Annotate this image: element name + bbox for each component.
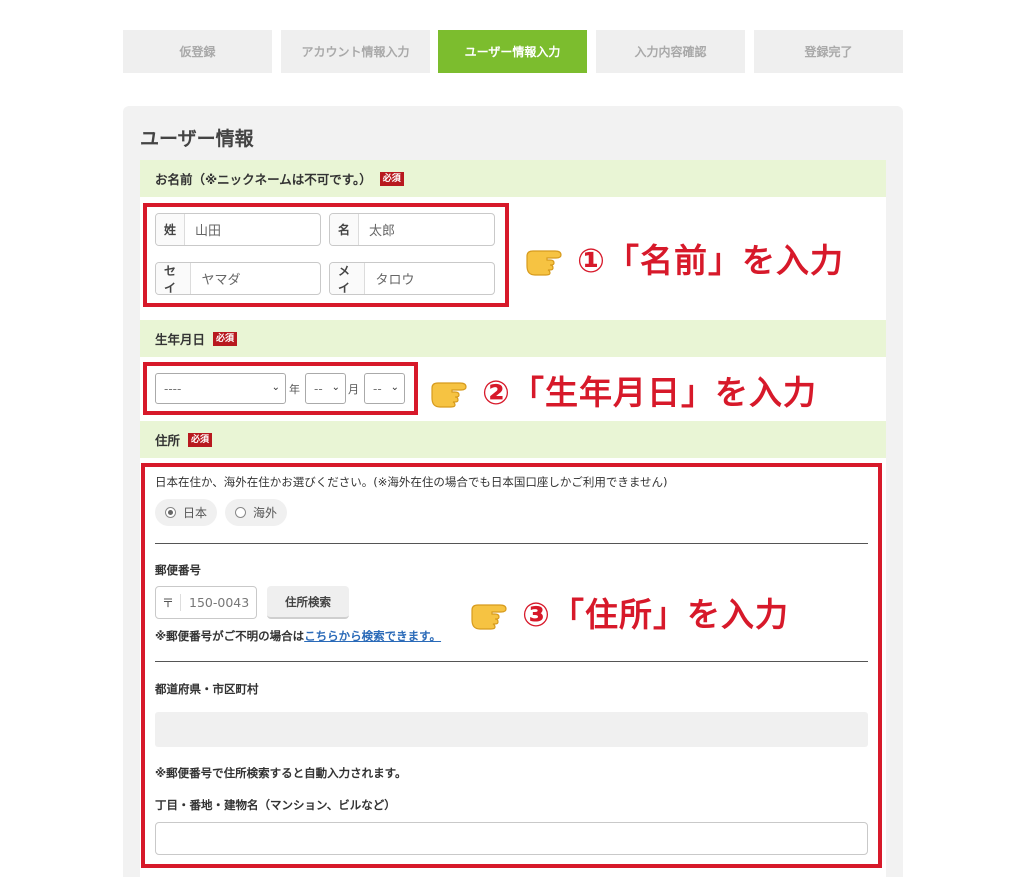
required-badge: 必須 — [213, 331, 238, 346]
zip-value[interactable]: 150-0043 — [181, 595, 249, 610]
divider — [155, 661, 868, 662]
birth-annotation-text: ②「生年月日」を入力 — [482, 373, 817, 412]
step-pre-registration: 仮登録 — [123, 30, 272, 73]
prefecture-city-field — [155, 712, 868, 747]
birth-month-value: -- — [314, 381, 323, 396]
zip-input[interactable]: 〒 150-0043 — [155, 586, 257, 619]
radio-selected-icon — [165, 507, 176, 518]
first-name-value[interactable]: 太郎 — [359, 220, 494, 239]
radio-overseas[interactable]: 海外 — [225, 499, 287, 526]
page-title: ユーザー情報 — [140, 128, 254, 150]
progress-steps: 仮登録 アカウント情報入力 ユーザー情報入力 入力内容確認 登録完了 — [123, 30, 903, 73]
birth-year-value: ---- — [164, 381, 182, 396]
address-section-header: 住所 必須 — [140, 421, 886, 458]
radio-overseas-label: 海外 — [253, 506, 278, 520]
birth-heading: 生年月日 — [155, 332, 206, 347]
chevron-down-icon: ⌄ — [390, 382, 399, 393]
chevron-down-icon: ⌄ — [271, 382, 280, 393]
birth-year-select[interactable]: ---- ⌄ — [155, 373, 286, 404]
address-annotation-text: ③「住所」を入力 — [522, 595, 789, 634]
birth-day-value: -- — [373, 381, 382, 396]
name-annotation-text: ①「名前」を入力 — [577, 241, 844, 280]
name-section-header: お名前（※ニックネームは不可です。） 必須 — [140, 160, 886, 197]
address-annotation: ③「住所」を入力 — [470, 588, 789, 636]
first-name-field[interactable]: 名 太郎 — [329, 213, 495, 246]
name-annotation: ①「名前」を入力 — [525, 234, 844, 282]
last-name-kana-label: セイ — [156, 263, 192, 294]
prefecture-label: 都道府県・市区町村 — [155, 682, 259, 696]
zip-note: ※郵便番号がご不明の場合はこちらから検索できます。 — [155, 628, 441, 644]
pointing-hand-icon — [525, 245, 567, 276]
month-unit-label: 月 — [348, 383, 359, 396]
year-unit-label: 年 — [289, 383, 300, 396]
first-name-kana-field[interactable]: メイ タロウ — [329, 262, 495, 295]
radio-japan[interactable]: 日本 — [155, 499, 217, 526]
last-name-value[interactable]: 山田 — [185, 220, 320, 239]
last-name-label: 姓 — [156, 214, 186, 245]
radio-japan-label: 日本 — [183, 506, 208, 520]
birth-month-select[interactable]: -- ⌄ — [305, 373, 346, 404]
last-name-kana-value[interactable]: ヤマダ — [191, 269, 320, 288]
address-heading: 住所 — [155, 433, 181, 448]
zip-label: 郵便番号 — [155, 563, 201, 577]
name-heading: お名前（※ニックネームは不可です。） — [155, 172, 372, 187]
required-badge: 必須 — [188, 432, 213, 447]
first-name-kana-label: メイ — [330, 263, 366, 294]
birth-annotation: ②「生年月日」を入力 — [430, 366, 817, 414]
postal-mark-icon: 〒 — [156, 594, 181, 611]
last-name-kana-field[interactable]: セイ ヤマダ — [155, 262, 321, 295]
last-name-field[interactable]: 姓 山田 — [155, 213, 321, 246]
street-label: 丁目・番地・建物名（マンション、ビルなど） — [155, 798, 396, 812]
first-name-kana-value[interactable]: タロウ — [365, 269, 494, 288]
zip-note-text: ※郵便番号がご不明の場合は — [155, 629, 305, 643]
address-search-button[interactable]: 住所検索 — [267, 586, 349, 619]
first-name-label: 名 — [330, 214, 360, 245]
divider — [155, 543, 868, 544]
pointing-hand-icon — [470, 599, 512, 630]
chevron-down-icon: ⌄ — [331, 382, 340, 393]
step-complete: 登録完了 — [754, 30, 903, 73]
birth-section-header: 生年月日 必須 — [140, 320, 886, 357]
required-badge: 必須 — [379, 171, 404, 186]
auto-fill-note: ※郵便番号で住所検索すると自動入力されます。 — [155, 766, 407, 780]
residence-prompt: 日本在住か、海外在住かお選びください。(※海外在住の場合でも日本国口座しかご利用… — [155, 475, 668, 489]
street-address-input[interactable] — [155, 822, 868, 855]
radio-unselected-icon — [235, 507, 246, 518]
step-confirm: 入力内容確認 — [596, 30, 745, 73]
zip-search-link[interactable]: こちらから検索できます。 — [304, 629, 441, 643]
step-account-info: アカウント情報入力 — [281, 30, 430, 73]
step-user-info: ユーザー情報入力 — [438, 30, 587, 73]
pointing-hand-icon — [430, 377, 472, 408]
birth-day-select[interactable]: -- ⌄ — [364, 373, 405, 404]
